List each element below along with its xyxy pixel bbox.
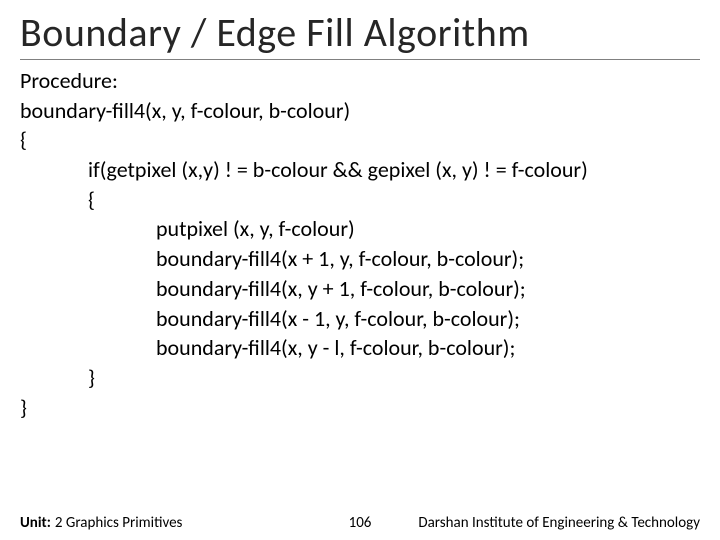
code-line: putpixel (x, y, f-colour) [20, 214, 700, 244]
footer-unit-label: Unit: [20, 514, 51, 532]
code-line: } [20, 393, 700, 423]
code-line: { [20, 185, 700, 215]
code-line: } [20, 363, 700, 393]
code-line: boundary-fill4(x, y, f-colour, b-colour) [20, 96, 700, 126]
footer-unit-text: 2 Graphics Primitives [55, 514, 183, 532]
footer-page-number: 106 [349, 514, 372, 532]
code-line: boundary-fill4(x + 1, y, f-colour, b-col… [20, 244, 700, 274]
code-line: Procedure: [20, 66, 700, 96]
slide-body: Procedure: boundary-fill4(x, y, f-colour… [20, 66, 700, 540]
code-line: { [20, 125, 700, 155]
slide-title: Boundary / Edge Fill Algorithm [20, 8, 700, 60]
code-line: boundary-fill4(x, y + 1, f-colour, b-col… [20, 274, 700, 304]
code-line: if(getpixel (x,y) ! = b-colour && gepixe… [20, 155, 700, 185]
code-line: boundary-fill4(x, y - l, f-colour, b-col… [20, 333, 700, 363]
code-line: boundary-fill4(x - 1, y, f-colour, b-col… [20, 304, 700, 334]
slide-footer: Unit: 2 Graphics Primitives 106 Darshan … [0, 514, 720, 532]
footer-institute: Darshan Institute of Engineering & Techn… [418, 514, 700, 532]
slide: Boundary / Edge Fill Algorithm Procedure… [0, 0, 720, 540]
